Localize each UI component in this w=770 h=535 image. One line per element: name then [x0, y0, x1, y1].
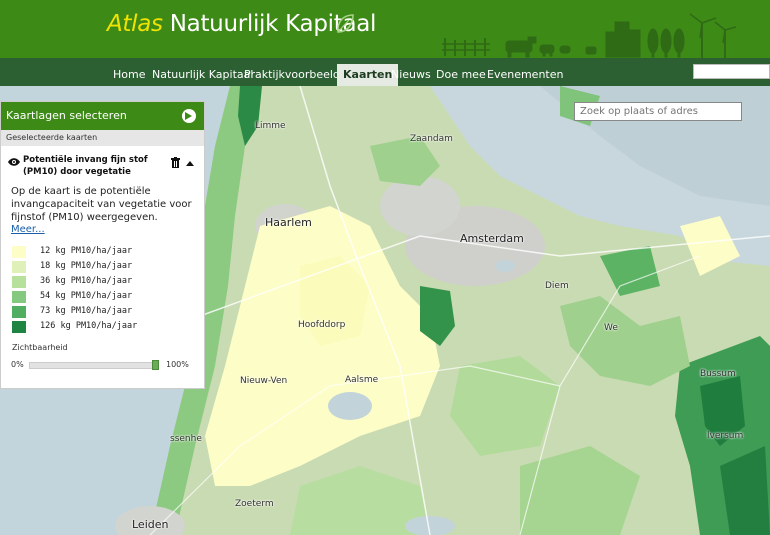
layer-description: Op de kaart is de potentiële invangcapac…: [11, 186, 192, 223]
eye-icon[interactable]: [8, 158, 20, 166]
map-label-aalsmeer: Aalsme: [345, 375, 379, 385]
layer-title: Potentiële invang fijn stof (PM10) door …: [23, 155, 148, 177]
site-title-prefix: Atlas: [107, 11, 163, 37]
layer-panel-header[interactable]: Kaartlagen selecteren: [1, 102, 204, 130]
arrow-right-icon[interactable]: [182, 109, 196, 123]
map-label-leiden: Leiden: [132, 518, 169, 531]
legend-label: 54 kg PM10/ha/jaar: [40, 291, 133, 301]
map-search-input[interactable]: [574, 102, 742, 121]
map-label-zaandam: Zaandam: [410, 134, 453, 144]
legend-label: 18 kg PM10/ha/jaar: [40, 261, 133, 271]
opacity-slider-track[interactable]: [29, 362, 159, 369]
more-link[interactable]: Meer...: [11, 224, 45, 235]
legend-swatch: [12, 276, 26, 288]
legend-label: 73 kg PM10/ha/jaar: [40, 306, 133, 316]
legend-swatch: [12, 291, 26, 303]
leaf-icon: [337, 14, 354, 33]
selected-maps-heading: Geselecteerde kaarten: [1, 130, 204, 146]
nav-nieuws[interactable]: Nieuws: [385, 58, 437, 86]
map-label-zoetermeer: Zoeterm: [235, 499, 274, 509]
legend-label: 126 kg PM10/ha/jaar: [40, 321, 138, 331]
collapse-caret-icon[interactable]: [186, 161, 194, 166]
landscape-illustration: [442, 13, 737, 58]
nav-evenementen[interactable]: Evenementen: [481, 58, 569, 86]
site-header: Atlas Natuurlijk Kapitaal: [0, 0, 770, 58]
legend-swatch: [12, 246, 26, 258]
map-label-sassenheim: ssenhe: [170, 434, 202, 444]
map-label-diemen: Diem: [545, 281, 569, 291]
layer-panel-title: Kaartlagen selecteren: [6, 109, 127, 122]
map-label-hoofddorp: Hoofddorp: [298, 320, 346, 330]
opacity-max-label: 100%: [166, 360, 189, 369]
nav-home[interactable]: Home: [107, 58, 151, 86]
map-label-bussum: Bussum: [700, 369, 736, 379]
legend-swatch: [12, 261, 26, 273]
legend-label: 36 kg PM10/ha/jaar: [40, 276, 133, 286]
map-label-weesp: We: [604, 323, 618, 333]
main-nav: Home Natuurlijk Kapitaal Praktijkvoorbee…: [0, 58, 770, 86]
map-label-hilversum: lversum: [707, 431, 744, 441]
legend-swatch: [12, 321, 26, 333]
map-label-haarlem: Haarlem: [265, 216, 312, 229]
layer-panel: Kaartlagen selecteren Geselecteerde kaar…: [0, 101, 205, 389]
legend-label: 12 kg PM10/ha/jaar: [40, 246, 133, 256]
opacity-slider-handle[interactable]: [152, 360, 159, 370]
legend-swatch: [12, 306, 26, 318]
map-label-limmen: Limme: [255, 121, 286, 131]
trash-icon[interactable]: [171, 157, 180, 168]
map-label-amsterdam: Amsterdam: [460, 232, 524, 245]
opacity-label: Zichtbaarheid: [12, 343, 68, 352]
opacity-min-label: 0%: [11, 360, 24, 369]
map-label-nieuw-vennep: Nieuw-Ven: [240, 376, 288, 386]
site-search-input[interactable]: [693, 64, 770, 79]
